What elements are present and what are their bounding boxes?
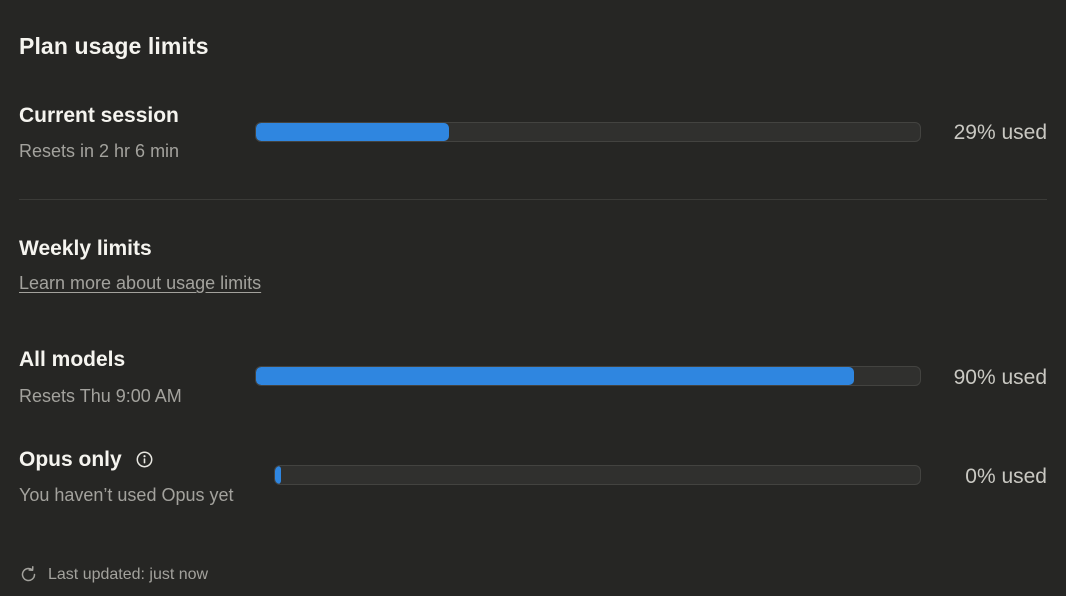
all-models-usage-label: 90% used xyxy=(953,366,1047,389)
current-session-usage-label: 29% used xyxy=(953,121,1047,144)
all-models-reset-text: Resets Thu 9:00 AM xyxy=(19,386,182,406)
refresh-icon[interactable] xyxy=(19,565,38,584)
section-divider xyxy=(19,199,1047,200)
current-session-progress-bar xyxy=(255,122,921,142)
all-models-progress-bar xyxy=(255,366,921,386)
info-icon[interactable] xyxy=(136,451,153,468)
current-session-progress-fill xyxy=(256,123,449,141)
weekly-limits-title: Weekly limits xyxy=(19,237,152,260)
all-models-progress-fill xyxy=(256,367,854,385)
opus-only-progress-bar xyxy=(274,465,921,485)
last-updated-text: Last updated: just now xyxy=(48,565,209,583)
all-models-title: All models xyxy=(19,348,126,371)
opus-only-progress-fill xyxy=(275,466,281,484)
last-updated-footer: Last updated: just now xyxy=(19,565,208,584)
opus-only-usage-label: 0% used xyxy=(965,465,1047,488)
opus-only-status-text: You haven’t used Opus yet xyxy=(19,485,234,505)
opus-only-title: Opus only xyxy=(19,448,122,471)
current-session-reset-text: Resets in 2 hr 6 min xyxy=(19,141,180,161)
learn-more-link[interactable]: Learn more about usage limits xyxy=(19,273,261,294)
current-session-title: Current session xyxy=(19,104,179,127)
page-title: Plan usage limits xyxy=(19,33,209,59)
